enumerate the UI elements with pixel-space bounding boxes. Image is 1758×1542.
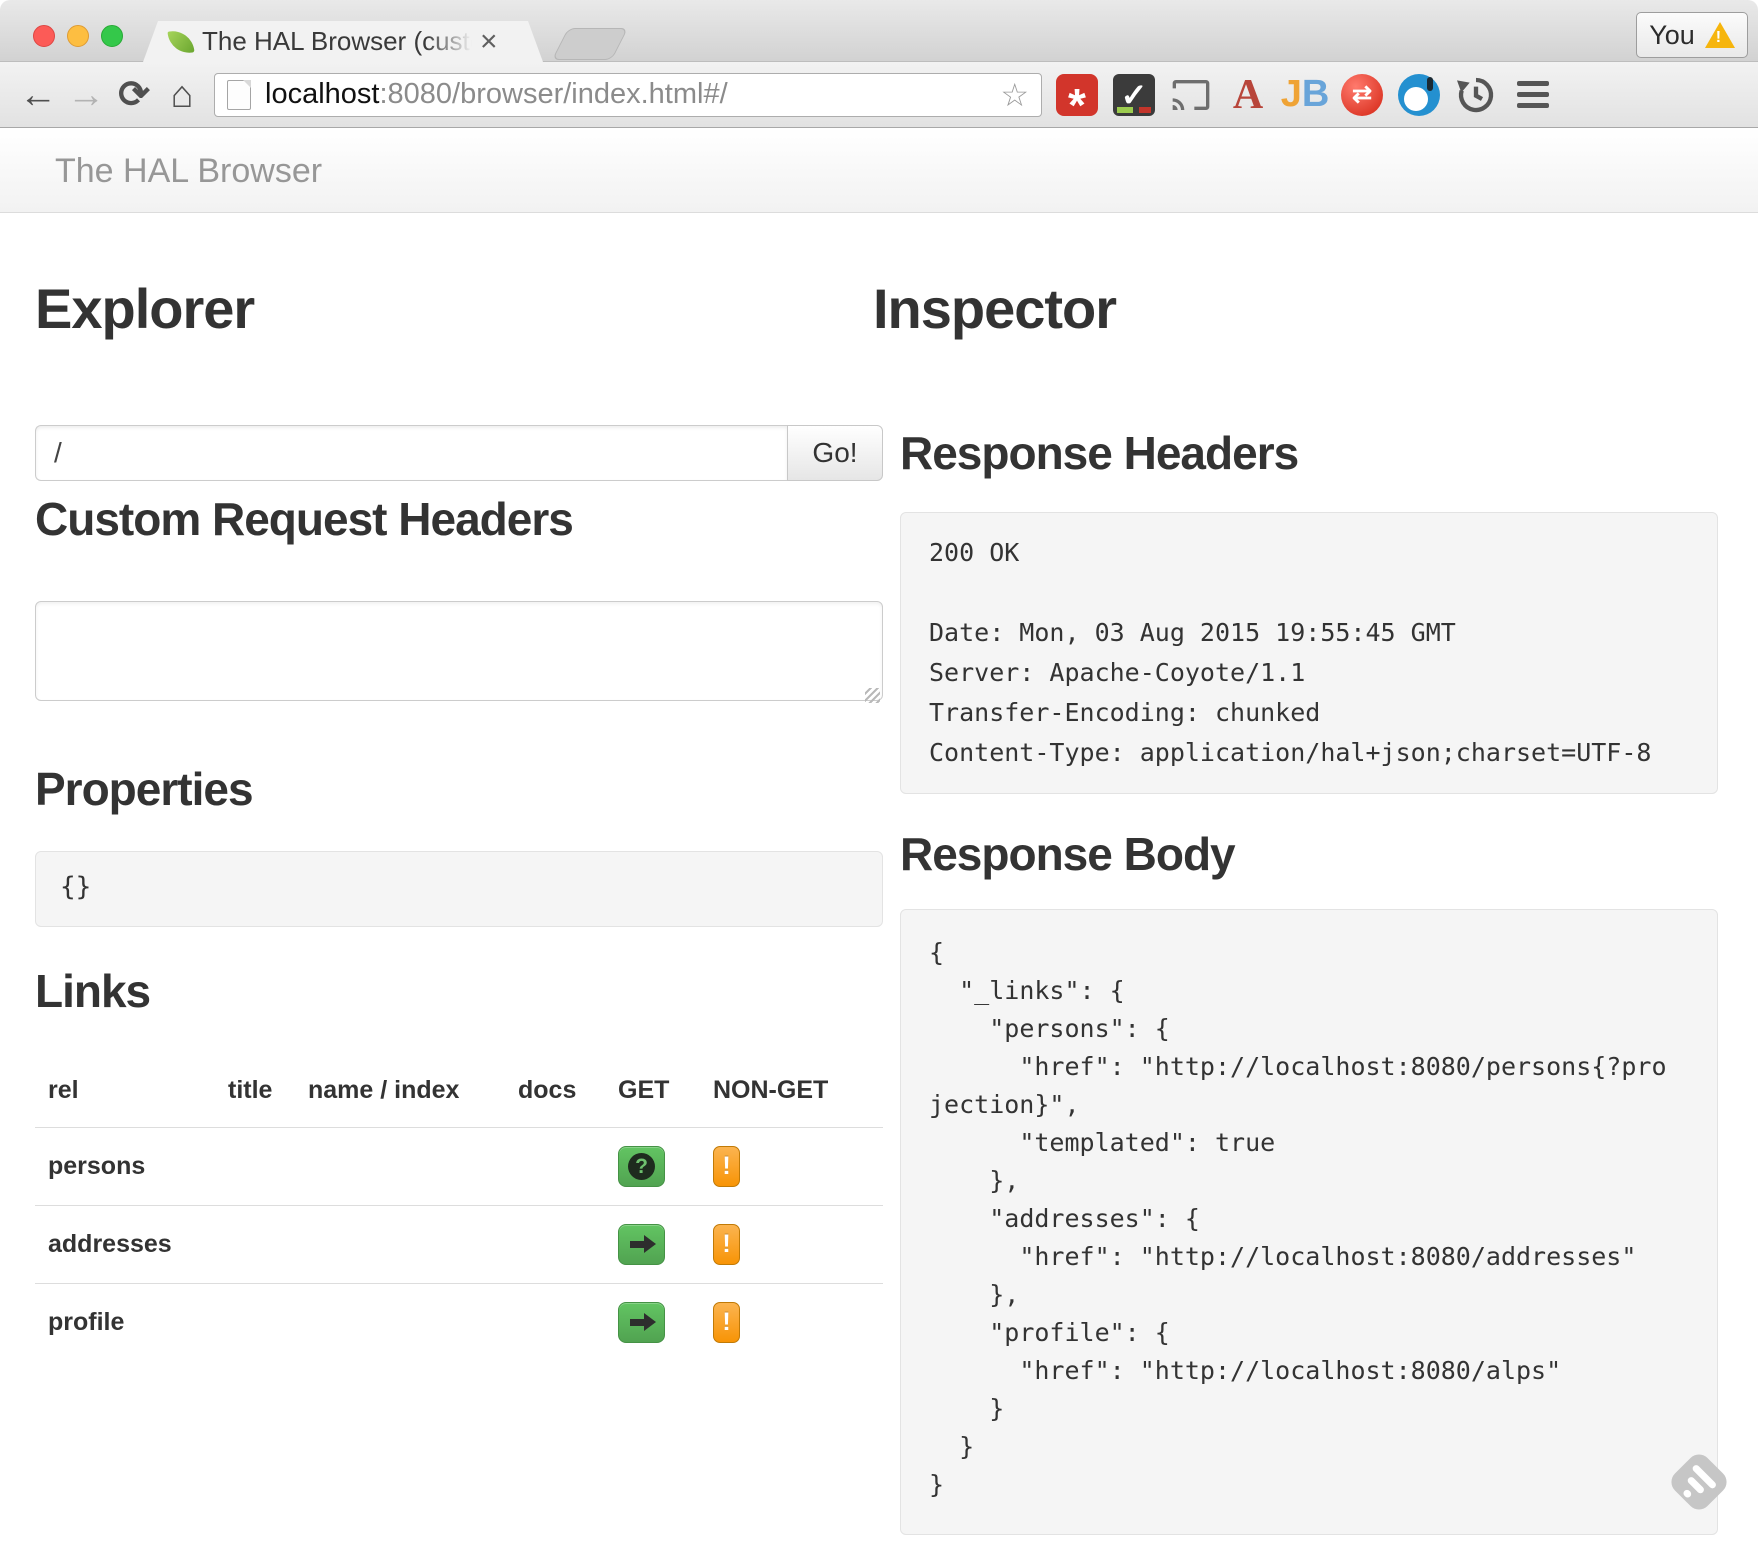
non-get-button[interactable]: ! <box>713 1146 740 1187</box>
tab-close-icon[interactable]: × <box>480 27 498 57</box>
minimize-window-button[interactable] <box>67 25 89 47</box>
jetbrains-extension-icon[interactable]: JB <box>1284 74 1326 116</box>
letter-j-glyph: J <box>1281 73 1302 116</box>
get-button[interactable] <box>618 1224 665 1265</box>
spring-leaf-favicon <box>167 28 194 55</box>
back-icon[interactable]: ← <box>14 76 62 114</box>
browser-window: The HAL Browser (customiz × You ! ← → ⟳ … <box>0 0 1758 1542</box>
home-icon[interactable]: ⌂ <box>158 76 206 114</box>
window-controls <box>33 25 123 47</box>
custom-headers-wrap <box>35 601 883 706</box>
letter-b-glyph: B <box>1302 73 1329 116</box>
col-title: title <box>215 1064 295 1128</box>
app-title: The HAL Browser <box>55 152 322 191</box>
question-circle-icon: ? <box>628 1153 655 1180</box>
history-extension-icon[interactable] <box>1455 74 1497 116</box>
inspector-column: Inspector Response Headers 200 OK Date: … <box>873 213 1723 1535</box>
go-button[interactable]: Go! <box>787 425 883 481</box>
browser-titlebar: The HAL Browser (customiz × You ! <box>0 0 1758 62</box>
browser-toolbar: ← → ⟳ ⌂ localhost:8080/browser/index.htm… <box>0 62 1758 128</box>
bookmark-star-icon[interactable]: ☆ <box>1000 76 1029 114</box>
explorer-address-row: Go! <box>35 425 883 481</box>
close-window-button[interactable] <box>33 25 55 47</box>
get-button[interactable] <box>618 1302 665 1343</box>
address-bar[interactable]: localhost:8080/browser/index.html#/ ☆ <box>214 73 1042 117</box>
warning-icon: ! <box>1705 22 1735 48</box>
swap-arrows-glyph: ⇄ <box>1352 80 1372 109</box>
page-icon <box>227 80 251 110</box>
forward-icon[interactable]: → <box>62 76 110 114</box>
properties-value: {} <box>60 872 91 902</box>
links-header-row: rel title name / index docs GET NON-GET <box>35 1064 883 1128</box>
explorer-title: Explorer <box>35 279 883 339</box>
swap-extension-icon[interactable]: ⇄ <box>1341 74 1383 116</box>
extension-icons: * ✓ A JB ⇄ <box>1056 74 1497 116</box>
col-get: GET <box>605 1064 700 1128</box>
url-text: localhost:8080/browser/index.html#/ <box>265 78 1000 111</box>
history-clock-icon <box>1456 75 1496 115</box>
get-templated-button[interactable]: ? <box>618 1146 665 1187</box>
response-headers-box: 200 OK Date: Mon, 03 Aug 2015 19:55:45 G… <box>900 512 1718 794</box>
reload-icon[interactable]: ⟳ <box>110 76 158 114</box>
table-row-persons: persons ? ! <box>35 1128 883 1206</box>
col-rel: rel <box>35 1064 215 1128</box>
properties-box: {} <box>35 851 883 927</box>
app-header: The HAL Browser <box>0 128 1758 213</box>
cast-icon <box>1171 75 1211 115</box>
arrow-right-icon <box>630 1241 645 1248</box>
explorer-address-input[interactable] <box>35 425 787 481</box>
links-table: rel title name / index docs GET NON-GET … <box>35 1064 883 1362</box>
response-body-box: { "_links": { "persons": { "href": "http… <box>900 909 1718 1535</box>
custom-request-headers-title: Custom Request Headers <box>35 491 883 547</box>
page-content: Explorer Go! Custom Request Headers Prop… <box>0 213 1758 1542</box>
inspector-panels: Response Headers 200 OK Date: Mon, 03 Au… <box>900 425 1723 1535</box>
checker-plus-extension-icon[interactable]: ✓ <box>1113 74 1155 116</box>
profile-label: You <box>1649 20 1695 51</box>
rel-label: addresses <box>35 1206 215 1284</box>
col-non-get: NON-GET <box>700 1064 883 1128</box>
chromecast-extension-icon[interactable] <box>1170 74 1212 116</box>
non-get-button[interactable]: ! <box>713 1224 740 1265</box>
properties-title: Properties <box>35 761 883 817</box>
annotator-extension-icon[interactable]: A <box>1227 74 1269 116</box>
menu-icon[interactable] <box>1511 81 1555 108</box>
checkmark-glyph: ✓ <box>1121 76 1148 114</box>
rel-label: persons <box>35 1128 215 1206</box>
explorer-column: Explorer Go! Custom Request Headers Prop… <box>35 213 883 1362</box>
profile-button[interactable]: You ! <box>1636 12 1748 58</box>
new-tab-button[interactable] <box>552 28 628 60</box>
lastpass-extension-icon[interactable]: * <box>1056 74 1098 116</box>
table-row-addresses: addresses ! <box>35 1206 883 1284</box>
custom-headers-textarea[interactable] <box>35 601 883 701</box>
zoom-window-button[interactable] <box>101 25 123 47</box>
links-title: Links <box>35 963 883 1019</box>
non-get-button[interactable]: ! <box>713 1302 740 1343</box>
blue-circle-extension-icon[interactable] <box>1398 74 1440 116</box>
inspector-title: Inspector <box>873 279 1723 339</box>
response-body-title: Response Body <box>900 826 1723 882</box>
arrow-right-icon <box>630 1319 645 1326</box>
tab-title-wrap: The HAL Browser (customiz <box>202 21 472 62</box>
col-name-index: name / index <box>295 1064 505 1128</box>
url-host: localhost <box>265 78 379 110</box>
table-row-profile: profile ! <box>35 1284 883 1362</box>
tab-title-fade <box>426 21 472 62</box>
response-headers-title: Response Headers <box>900 425 1723 481</box>
letter-a-glyph: A <box>1233 71 1263 119</box>
browser-tab[interactable]: The HAL Browser (customiz × <box>143 21 543 62</box>
url-path: :8080/browser/index.html#/ <box>379 78 727 110</box>
rel-label: profile <box>35 1284 215 1362</box>
col-docs: docs <box>505 1064 605 1128</box>
